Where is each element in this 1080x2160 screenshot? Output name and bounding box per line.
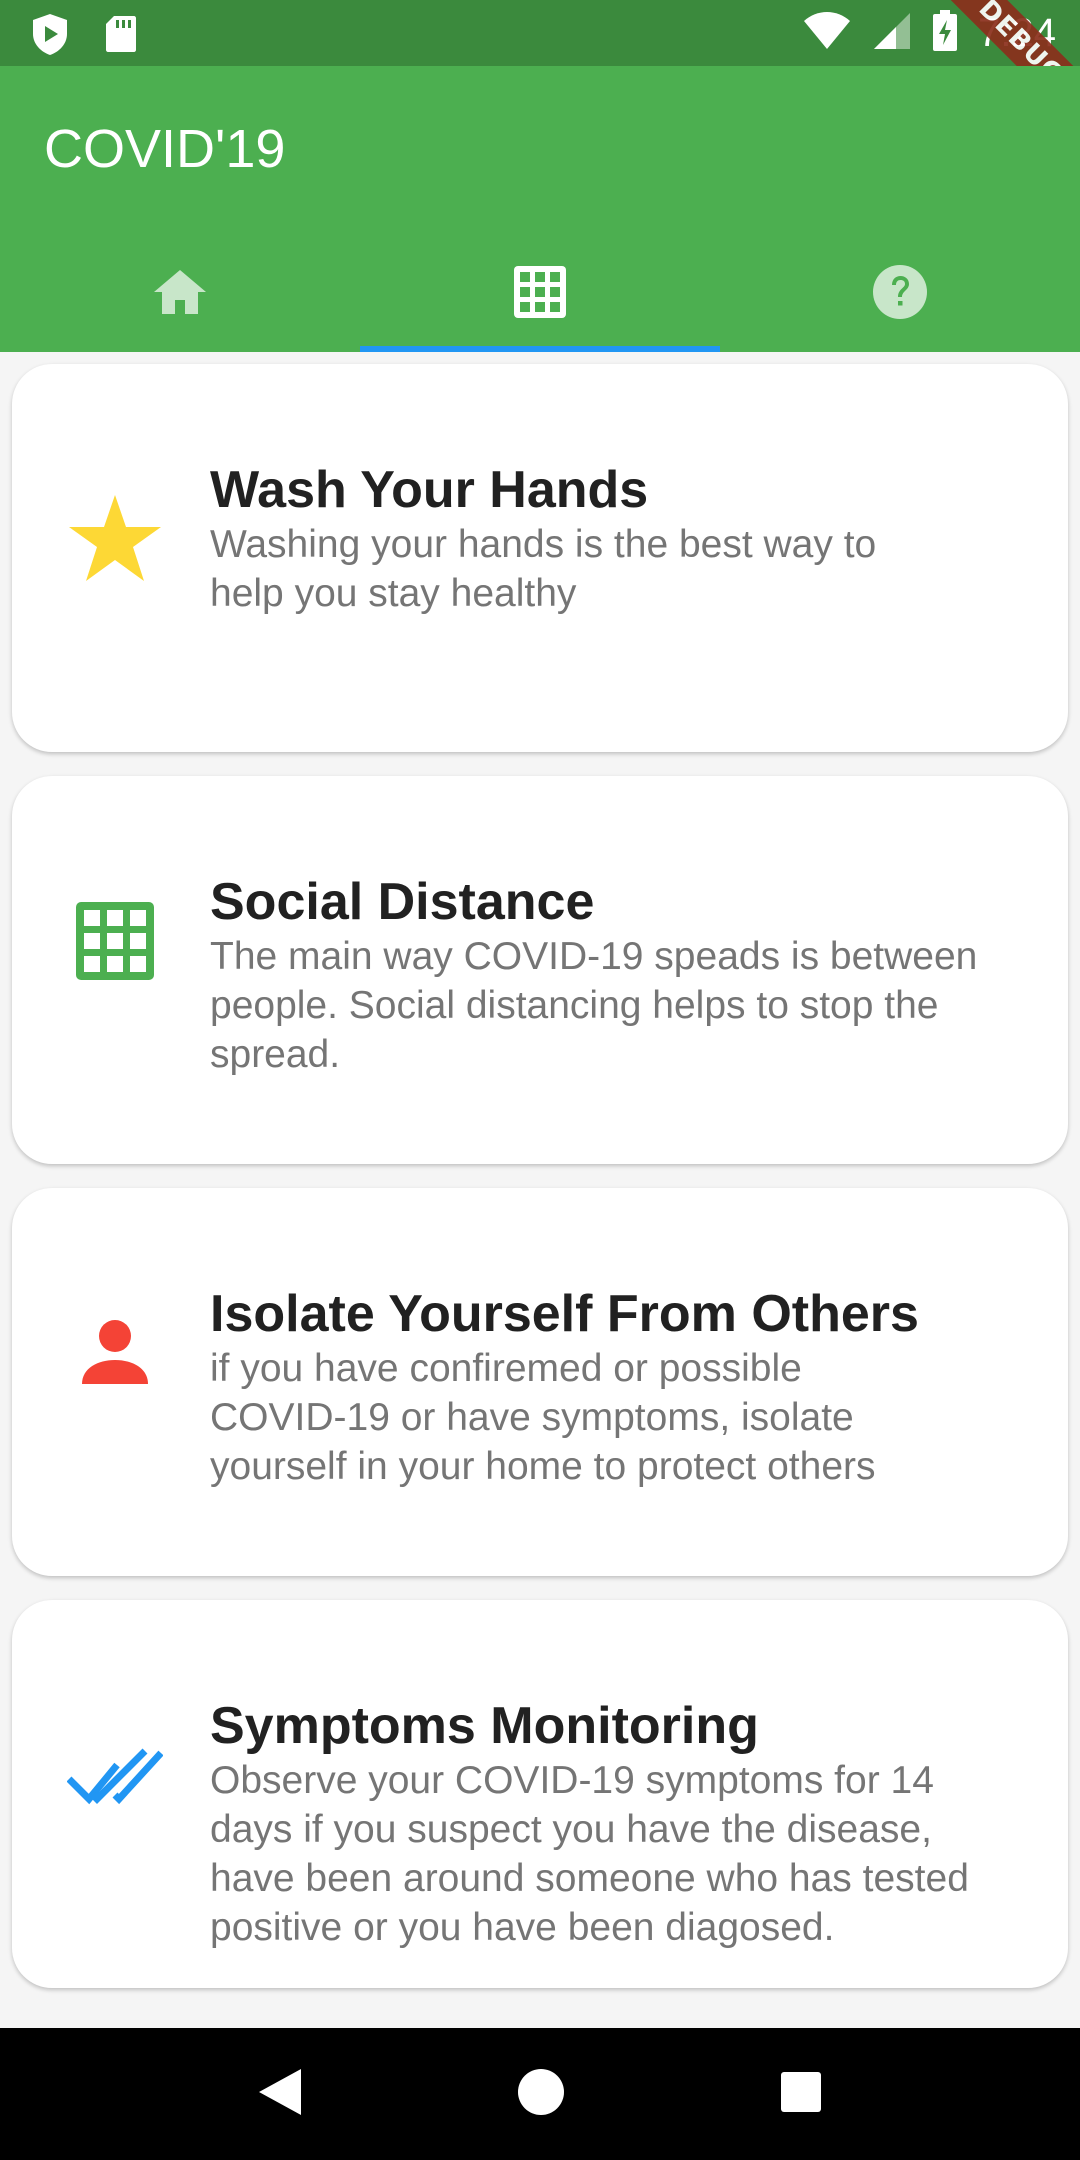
tab-help[interactable]: [720, 246, 1080, 352]
card-title: Wash Your Hands: [210, 461, 649, 519]
app-bar: COVID'19: [0, 66, 1080, 352]
shield-play-icon: [30, 12, 70, 61]
app-title: COVID'19: [44, 119, 286, 179]
card-wash-hands[interactable]: Wash Your Hands Washing your hands is th…: [12, 364, 1068, 752]
grid-icon: [512, 264, 568, 325]
card-description: The main way COVID-19 speads is between …: [210, 935, 978, 1076]
card-description: if you have confiremed or possible COVID…: [210, 1347, 876, 1488]
tab-bar: [0, 246, 1080, 352]
status-bar: 7:24 DEBUG: [0, 0, 1080, 138]
grid-icon: [60, 886, 170, 996]
done-all-icon: [60, 1720, 170, 1830]
wifi-icon: [802, 11, 852, 56]
signal-icon: [872, 11, 912, 56]
card-social-distance[interactable]: Social Distance The main way COVID-19 sp…: [12, 776, 1068, 1164]
back-icon[interactable]: [257, 2067, 303, 2122]
tab-grid[interactable]: [360, 246, 720, 352]
recents-icon[interactable]: [779, 2070, 823, 2119]
card-list: Wash Your Hands Washing your hands is th…: [12, 364, 1068, 2012]
card-title: Symptoms Monitoring: [210, 1697, 759, 1755]
card-description: Observe your COVID-19 symptoms for 14 da…: [210, 1759, 969, 1949]
battery-icon: [932, 10, 958, 57]
tab-home[interactable]: [0, 246, 360, 352]
card-isolate[interactable]: Isolate Yourself From Others if you have…: [12, 1188, 1068, 1576]
system-nav-bar: [0, 2028, 1080, 2160]
card-description: Washing your hands is the best way to he…: [210, 523, 877, 615]
person-icon: [60, 1298, 170, 1408]
card-title: Isolate Yourself From Others: [210, 1285, 919, 1343]
tab-indicator: [360, 346, 720, 352]
home-icon: [152, 268, 208, 321]
help-icon: [872, 264, 928, 325]
card-title: Social Distance: [210, 873, 595, 931]
star-icon: [60, 484, 170, 594]
home-circle-icon[interactable]: [517, 2068, 565, 2121]
sd-card-icon: [104, 14, 138, 59]
card-symptoms[interactable]: Symptoms Monitoring Observe your COVID-1…: [12, 1600, 1068, 1988]
